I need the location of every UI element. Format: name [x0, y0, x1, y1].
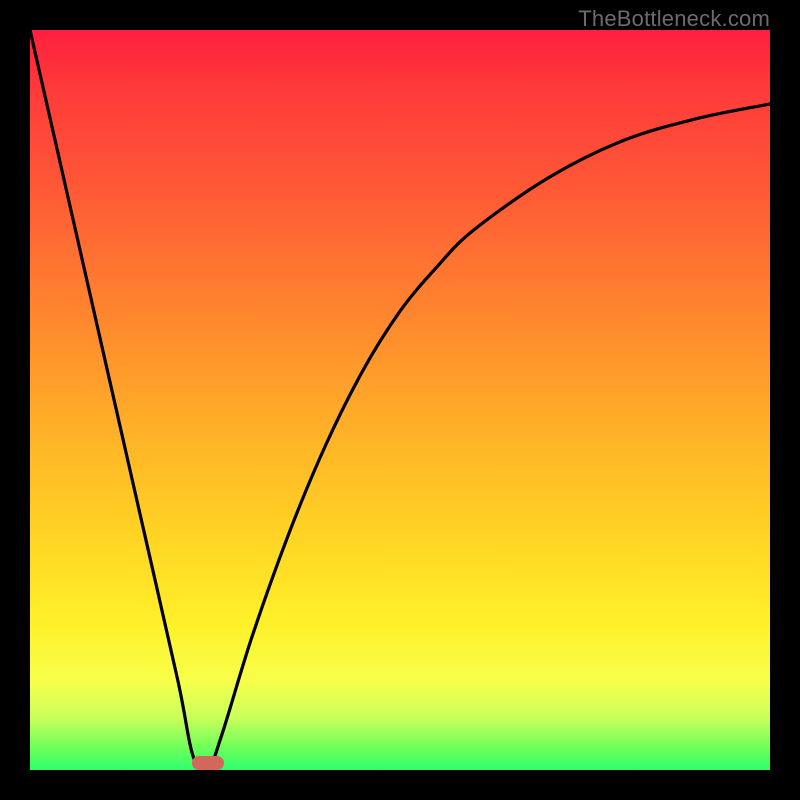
- bottleneck-curve: [30, 30, 770, 770]
- optimum-marker: [192, 756, 224, 770]
- chart-frame: TheBottleneck.com: [0, 0, 800, 800]
- watermark-text: TheBottleneck.com: [578, 6, 770, 32]
- chart-plot-area: [30, 30, 770, 770]
